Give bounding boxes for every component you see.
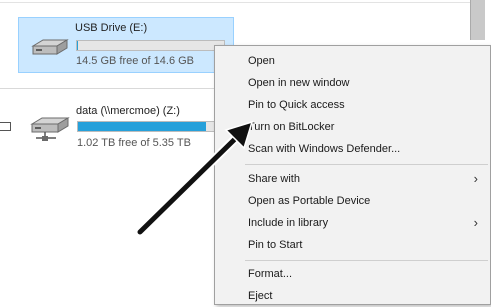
usb-drive-icon	[29, 37, 69, 64]
network-drive-icon	[28, 116, 72, 149]
menu-item-label: Pin to Quick access	[248, 99, 345, 111]
menu-item-label: Include in library	[248, 217, 329, 229]
window-top-border	[0, 2, 470, 3]
menu-item-eject[interactable]: Eject	[215, 285, 490, 307]
drive-free-space: 14.5 GB free of 14.6 GB	[76, 55, 195, 67]
drive-usage-fill	[78, 122, 206, 131]
chevron-right-icon: ›	[473, 171, 478, 186]
menu-item-open-new-window[interactable]: Open in new window	[215, 72, 490, 94]
menu-item-label: Format...	[248, 268, 293, 280]
menu-separator	[245, 164, 488, 165]
menu-item-scan-defender[interactable]: Scan with Windows Defender...	[215, 138, 490, 160]
menu-item-open[interactable]: Open	[215, 50, 490, 72]
drive-tile-usb[interactable]: USB Drive (E:) 14.5 GB free of 14.6 GB	[18, 17, 234, 73]
menu-item-turn-on-bitlocker[interactable]: Turn on BitLocker	[215, 116, 490, 138]
menu-item-label: Open in new window	[248, 77, 350, 89]
menu-item-share-with[interactable]: Share with ›	[215, 168, 490, 190]
menu-separator	[245, 260, 488, 261]
menu-item-label: Scan with Windows Defender...	[248, 143, 401, 155]
drive-usage-bar	[77, 121, 237, 132]
drive-free-space: 1.02 TB free of 5.35 TB	[77, 137, 191, 149]
drive-tile-network[interactable]: data (\\mercmoe) (Z:) 1.02 TB free of 5.…	[26, 103, 237, 153]
drive-name: data (\\mercmoe) (Z:)	[76, 105, 180, 117]
menu-item-format[interactable]: Format...	[215, 263, 490, 285]
menu-item-pin-quick-access[interactable]: Pin to Quick access	[215, 94, 490, 116]
menu-item-label: Turn on BitLocker	[248, 121, 335, 133]
context-menu: Open Open in new window Pin to Quick acc…	[214, 45, 491, 305]
drive-name: USB Drive (E:)	[75, 22, 148, 34]
section-divider	[0, 88, 214, 89]
checkbox-edge[interactable]	[0, 122, 11, 131]
menu-item-label: Pin to Start	[248, 239, 303, 251]
drive-usage-fill	[77, 41, 79, 50]
menu-item-include-in-library[interactable]: Include in library ›	[215, 212, 490, 234]
menu-item-label: Eject	[248, 290, 273, 302]
menu-item-open-portable-device[interactable]: Open as Portable Device	[215, 190, 490, 212]
scrollbar-thumb[interactable]	[470, 0, 485, 40]
menu-item-label: Open as Portable Device	[248, 195, 371, 207]
drive-usage-bar	[76, 40, 225, 51]
chevron-right-icon: ›	[473, 215, 478, 230]
menu-item-label: Share with	[248, 173, 300, 185]
menu-item-label: Open	[248, 55, 275, 67]
menu-item-pin-to-start[interactable]: Pin to Start	[215, 234, 490, 256]
